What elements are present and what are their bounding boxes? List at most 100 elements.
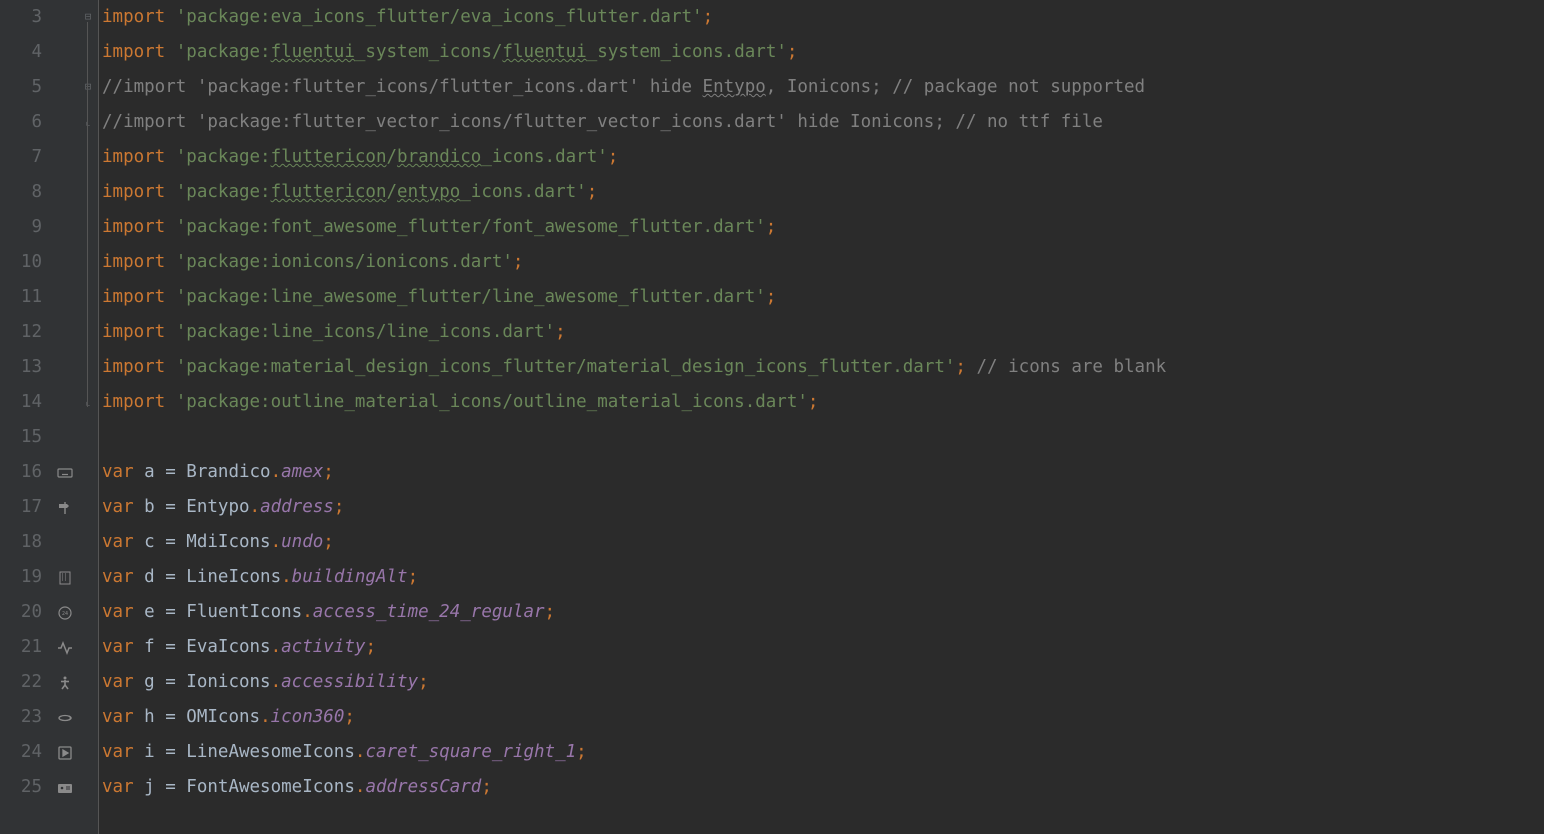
code-line[interactable]: //import 'package:flutter_icons/flutter_… (102, 70, 1544, 105)
code-editor[interactable]: 345678910111213141516171819202122232425 … (0, 0, 1544, 834)
rotate-360-icon (55, 700, 75, 735)
line-number: 21 (0, 630, 42, 665)
code-line[interactable]: import 'package:line_awesome_flutter/lin… (102, 280, 1544, 315)
token-punct: . (260, 707, 271, 727)
code-line[interactable]: var a = Brandico.amex; (102, 455, 1544, 490)
address-card-icon (55, 770, 75, 805)
token-str: 'package: (176, 42, 271, 62)
code-line[interactable]: import 'package:eva_icons_flutter/eva_ic… (102, 0, 1544, 35)
token-prop: accessibility (281, 672, 418, 692)
gutter-icon-empty (55, 35, 75, 70)
token-prop: caret_square_right_1 (365, 742, 576, 762)
token-plain: Ionicons (176, 672, 271, 692)
code-line[interactable]: var g = Ionicons.accessibility; (102, 665, 1544, 700)
token-str: _system_icons.dart' (587, 42, 787, 62)
code-line[interactable]: var d = LineIcons.buildingAlt; (102, 560, 1544, 595)
token-semi: ; (481, 777, 492, 797)
code-line[interactable]: var b = Entypo.address; (102, 490, 1544, 525)
token-prop: buildingAlt (292, 567, 408, 587)
token-eq: = (165, 742, 176, 762)
token-plain: a (134, 462, 166, 482)
line-number: 11 (0, 280, 42, 315)
code-line[interactable]: import 'package:ionicons/ionicons.dart'; (102, 245, 1544, 280)
token-plain: OMIcons (176, 707, 260, 727)
code-line[interactable]: var j = FontAwesomeIcons.addressCard; (102, 770, 1544, 805)
token-str: 'package: (176, 182, 271, 202)
token-str: 'package:line_awesome_flutter/line_aweso… (176, 287, 766, 307)
code-line[interactable]: import 'package:fluttericon/brandico_ico… (102, 140, 1544, 175)
fold-toggle[interactable]: ⊟ (82, 81, 94, 93)
token-str-wavy: fluttericon (271, 147, 387, 167)
code-line[interactable]: //import 'package:flutter_vector_icons/f… (102, 105, 1544, 140)
token-comment: , Ionicons; // package not supported (766, 77, 1145, 97)
token-plain: d (134, 567, 166, 587)
code-line[interactable]: import 'package:font_awesome_flutter/fon… (102, 210, 1544, 245)
code-line[interactable]: var e = FluentIcons.access_time_24_regul… (102, 595, 1544, 630)
token-plain: Brandico (176, 462, 271, 482)
code-line[interactable]: import 'package:line_icons/line_icons.da… (102, 315, 1544, 350)
token-punct: . (250, 497, 261, 517)
token-plain (165, 392, 176, 412)
line-number: 15 (0, 420, 42, 455)
token-semi: ; (766, 287, 777, 307)
code-line[interactable]: var i = LineAwesomeIcons.caret_square_ri… (102, 735, 1544, 770)
token-semi: ; (323, 462, 334, 482)
gutter-icon-empty (55, 525, 75, 560)
code-line[interactable]: var f = EvaIcons.activity; (102, 630, 1544, 665)
fold-column[interactable]: ⊟⊟⌞⌞ (80, 0, 98, 834)
token-comment: //import 'package:flutter_vector_icons/f… (102, 112, 1103, 132)
token-str-wavy: brandico (397, 147, 481, 167)
token-punct: . (302, 602, 313, 622)
indent-guide (98, 0, 99, 834)
line-number: 8 (0, 175, 42, 210)
gutter-icon-empty (55, 350, 75, 385)
token-kw: var (102, 707, 134, 727)
fold-toggle[interactable]: ⊟ (82, 11, 94, 23)
gutter-icon-column: 24 (50, 0, 80, 834)
token-kw: import (102, 322, 165, 342)
token-plain: f (134, 637, 166, 657)
code-line[interactable]: import 'package:fluttericon/entypo_icons… (102, 175, 1544, 210)
token-str: 'package:material_design_icons_flutter/m… (176, 357, 956, 377)
code-area[interactable]: import 'package:eva_icons_flutter/eva_ic… (98, 0, 1544, 834)
code-line[interactable]: var h = OMIcons.icon360; (102, 700, 1544, 735)
token-eq: = (165, 707, 176, 727)
gutter-icon-empty (55, 420, 75, 455)
token-semi: ; (808, 392, 819, 412)
line-number: 5 (0, 70, 42, 105)
code-line[interactable]: import 'package:fluentui_system_icons/fl… (102, 35, 1544, 70)
token-punct: . (271, 532, 282, 552)
token-plain: LineIcons (176, 567, 281, 587)
token-kw: import (102, 392, 165, 412)
line-number: 19 (0, 560, 42, 595)
line-number: 24 (0, 735, 42, 770)
activity-icon (55, 630, 75, 665)
line-number: 14 (0, 385, 42, 420)
token-plain: e (134, 602, 166, 622)
token-str-wavy: fluttericon (271, 182, 387, 202)
gutter-icon-empty (55, 105, 75, 140)
code-line[interactable]: import 'package:material_design_icons_fl… (102, 350, 1544, 385)
token-plain: b (134, 497, 166, 517)
line-number: 13 (0, 350, 42, 385)
code-line[interactable]: import 'package:outline_material_icons/o… (102, 385, 1544, 420)
token-kw: import (102, 182, 165, 202)
token-punct: . (355, 777, 366, 797)
token-eq: = (165, 777, 176, 797)
code-line[interactable] (102, 420, 1544, 455)
token-plain: g (134, 672, 166, 692)
code-line[interactable]: var c = MdiIcons.undo; (102, 525, 1544, 560)
fold-end: ⌞ (82, 396, 94, 408)
token-comment: //import 'package:flutter_icons/flutter_… (102, 77, 703, 97)
token-kw: import (102, 147, 165, 167)
token-comment-wavy: Entypo (703, 77, 766, 97)
token-semi: ; (787, 42, 798, 62)
token-str: _system_icons/ (355, 42, 503, 62)
token-str: 'package:line_icons/line_icons.dart' (176, 322, 555, 342)
line-number: 12 (0, 315, 42, 350)
line-number: 22 (0, 665, 42, 700)
token-semi: ; (334, 497, 345, 517)
line-number: 17 (0, 490, 42, 525)
token-plain (966, 357, 977, 377)
token-punct: . (281, 567, 292, 587)
